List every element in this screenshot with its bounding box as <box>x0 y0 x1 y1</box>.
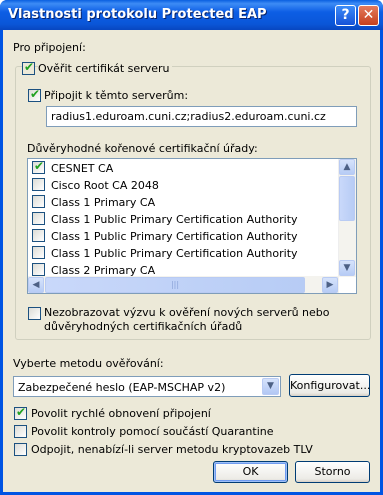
horizontal-scrollbar[interactable]: ◀ ||| ▶ <box>28 276 339 293</box>
validate-cert-checkbox[interactable]: ✔ <box>22 60 35 75</box>
vertical-scrollbar[interactable]: ▲ ▼ <box>338 159 356 277</box>
connect-servers-label: Připojit k těmto serverům: <box>44 89 189 102</box>
tlv-disconnect-checkbox[interactable] <box>14 443 27 456</box>
no-prompt-label-line2: důvěryhodných certifikačních úřadů <box>44 320 243 333</box>
dialog-body: Pro připojení: ✔ Ověřit certifikát serve… <box>3 30 380 492</box>
trusted-ca-list[interactable]: ✔ CESNET CA Cisco Root CA 2048 Class 1 P… <box>27 158 357 294</box>
ca-checkbox[interactable] <box>32 246 45 259</box>
servers-input[interactable]: radius1.eduroam.cuni.cz;radius2.eduroam.… <box>46 106 357 127</box>
chevron-down-icon[interactable]: ▼ <box>262 378 279 395</box>
ca-checkbox[interactable] <box>32 212 45 225</box>
connect-servers-checkbox[interactable]: ✔ <box>28 87 41 102</box>
tlv-disconnect-label: Odpojit, nenabízí-li server metodu krypt… <box>31 443 313 456</box>
title-bar[interactable]: Vlastnosti protokolu Protected EAP ? ✕ <box>0 0 383 30</box>
cancel-button[interactable]: Storno <box>295 461 370 483</box>
connection-group-label: Pro připojení: <box>13 41 86 54</box>
close-button[interactable]: ✕ <box>358 5 379 26</box>
fast-reconnect-checkbox[interactable]: ✔ <box>14 405 27 420</box>
ca-checkbox[interactable] <box>32 263 45 276</box>
configure-button[interactable]: Konfigurovat... <box>289 374 370 397</box>
vertical-scroll-thumb[interactable] <box>339 176 355 221</box>
dialog-window: Vlastnosti protokolu Protected EAP ? ✕ P… <box>0 0 383 495</box>
ca-checkbox[interactable] <box>32 195 45 208</box>
auth-method-value: Zabezpečené heslo (EAP-MSCHAP v2) <box>18 381 226 394</box>
quarantine-checkbox[interactable] <box>14 425 27 438</box>
ca-checkbox[interactable]: ✔ <box>32 159 45 174</box>
validate-cert-label: Ověřit certifikát serveru <box>38 62 173 75</box>
trusted-ca-label: Důvěryhodné kořenové certifikační úřady: <box>27 142 258 155</box>
quarantine-label: Povolit kontroly pomocí součástí Quarant… <box>31 425 274 438</box>
auth-method-label: Vyberte metodu ověřování: <box>13 357 164 370</box>
ca-checkbox[interactable] <box>32 178 45 191</box>
horizontal-scroll-thumb[interactable]: ||| <box>45 277 305 293</box>
scroll-up-button[interactable]: ▲ <box>339 159 355 175</box>
window-title: Vlastnosti protokolu Protected EAP <box>8 7 267 22</box>
scroll-right-button[interactable]: ▶ <box>322 277 338 293</box>
auth-method-select[interactable]: Zabezpečené heslo (EAP-MSCHAP v2) ▼ <box>13 376 281 397</box>
help-button[interactable]: ? <box>335 5 356 26</box>
no-prompt-label-line1: Nezobrazovat výzvu k ověření nových serv… <box>44 306 330 319</box>
ok-button[interactable]: OK <box>213 461 288 483</box>
scroll-left-button[interactable]: ◀ <box>28 277 44 293</box>
no-prompt-checkbox[interactable] <box>28 307 41 320</box>
ca-checkbox[interactable] <box>32 229 45 242</box>
scroll-down-button[interactable]: ▼ <box>339 260 355 276</box>
fast-reconnect-label: Povolit rychlé obnovení připojení <box>31 407 211 420</box>
